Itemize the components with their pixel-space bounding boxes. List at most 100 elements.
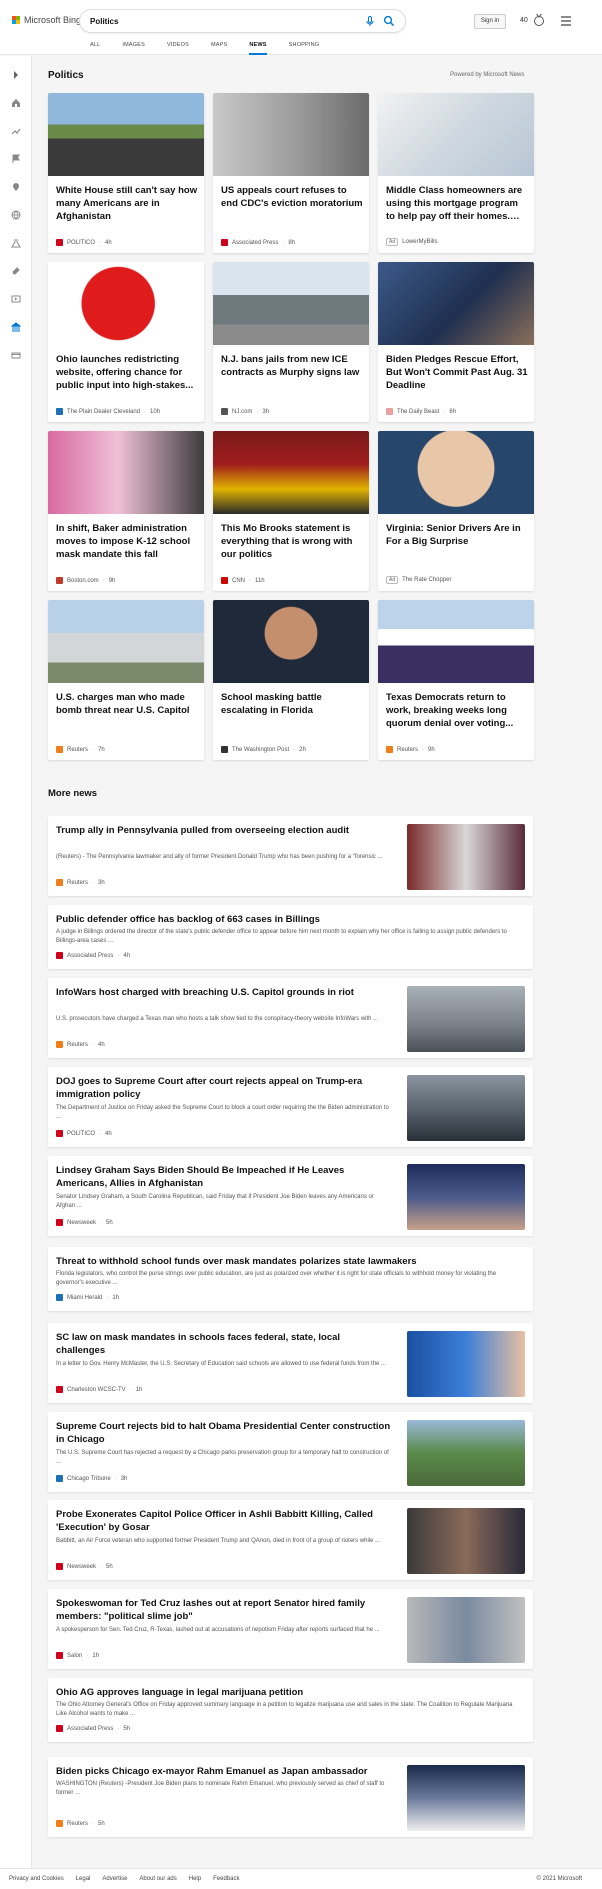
- rewards-medal-icon[interactable]: [532, 13, 546, 27]
- card-title[interactable]: White House still can't say how many Ame…: [56, 184, 198, 223]
- card-title[interactable]: US appeals court refuses to end CDC's ev…: [221, 184, 363, 210]
- bing-logo[interactable]: Microsoft Bing: [12, 15, 81, 25]
- card-image[interactable]: [378, 431, 534, 514]
- card-image[interactable]: [48, 431, 204, 514]
- feedback-link[interactable]: Feedback: [213, 1876, 239, 1882]
- sign-in-button[interactable]: Sign in: [474, 14, 506, 29]
- legal-link[interactable]: Legal: [76, 1876, 91, 1882]
- news-card[interactable]: Texas Democrats return to work, breaking…: [378, 600, 534, 760]
- us-flag-icon[interactable]: [9, 152, 23, 166]
- card-title[interactable]: Biden Pledges Rescue Effort, But Won't C…: [386, 353, 528, 392]
- news-item[interactable]: Spokeswoman for Ted Cruz lashes out at r…: [48, 1589, 533, 1669]
- news-item-title[interactable]: Biden picks Chicago ex-mayor Rahm Emanue…: [56, 1765, 391, 1778]
- news-item[interactable]: Lindsey Graham Says Biden Should Be Impe…: [48, 1156, 533, 1236]
- search-icon[interactable]: [383, 15, 395, 27]
- about-ads-link[interactable]: About our ads: [139, 1876, 176, 1882]
- news-item-thumbnail[interactable]: [407, 1164, 525, 1230]
- news-item[interactable]: Probe Exonerates Capitol Police Officer …: [48, 1500, 533, 1580]
- science-icon[interactable]: [9, 236, 23, 250]
- news-item[interactable]: SC law on mask mandates in schools faces…: [48, 1323, 533, 1403]
- news-item-thumbnail[interactable]: [407, 1597, 525, 1663]
- tab-maps[interactable]: MAPS: [211, 42, 227, 55]
- news-item[interactable]: Threat to withhold school funds over mas…: [48, 1247, 533, 1311]
- menu-icon[interactable]: [560, 16, 572, 26]
- technology-icon[interactable]: [9, 264, 23, 278]
- news-item-thumbnail[interactable]: [407, 1765, 525, 1831]
- search-box[interactable]: [80, 10, 405, 32]
- news-item-thumbnail[interactable]: [407, 824, 525, 890]
- news-card[interactable]: This Mo Brooks statement is everything t…: [213, 431, 369, 591]
- news-item-title[interactable]: Ohio AG approves language in legal marij…: [56, 1686, 521, 1699]
- news-item[interactable]: Biden picks Chicago ex-mayor Rahm Emanue…: [48, 1757, 533, 1837]
- card-image[interactable]: [378, 262, 534, 345]
- card-title[interactable]: School masking battle escalating in Flor…: [221, 691, 363, 717]
- tab-news[interactable]: NEWS: [249, 42, 267, 55]
- news-item-thumbnail[interactable]: [407, 986, 525, 1052]
- news-card[interactable]: Ohio launches redistricting website, off…: [48, 262, 204, 422]
- money-icon[interactable]: [9, 348, 23, 362]
- news-card[interactable]: Middle Class homeowners are using this m…: [378, 93, 534, 253]
- news-item-title[interactable]: Supreme Court rejects bid to halt Obama …: [56, 1420, 391, 1446]
- news-card[interactable]: Virginia: Senior Drivers Are in For a Bi…: [378, 431, 534, 591]
- card-image[interactable]: [48, 93, 204, 176]
- news-card[interactable]: U.S. charges man who made bomb threat ne…: [48, 600, 204, 760]
- card-title[interactable]: Texas Democrats return to work, breaking…: [386, 691, 528, 730]
- trending-icon[interactable]: [9, 124, 23, 138]
- news-item-title[interactable]: Spokeswoman for Ted Cruz lashes out at r…: [56, 1597, 391, 1623]
- news-item[interactable]: Public defender office has backlog of 66…: [48, 905, 533, 969]
- card-image[interactable]: [213, 262, 369, 345]
- card-title[interactable]: This Mo Brooks statement is everything t…: [221, 522, 363, 561]
- card-image[interactable]: [48, 600, 204, 683]
- news-item[interactable]: InfoWars host charged with breaching U.S…: [48, 978, 533, 1058]
- world-globe-icon[interactable]: [9, 208, 23, 222]
- news-item-title[interactable]: DOJ goes to Supreme Court after court re…: [56, 1075, 391, 1101]
- card-title[interactable]: In shift, Baker administration moves to …: [56, 522, 198, 561]
- card-image[interactable]: [378, 93, 534, 176]
- entertainment-icon[interactable]: [9, 292, 23, 306]
- news-card[interactable]: N.J. bans jails from new ICE contracts a…: [213, 262, 369, 422]
- rewards-count[interactable]: 40: [520, 17, 528, 24]
- tab-all[interactable]: ALL: [90, 42, 100, 55]
- news-item-thumbnail[interactable]: [407, 1331, 525, 1397]
- tab-videos[interactable]: VIDEOS: [167, 42, 189, 55]
- home-icon[interactable]: [9, 96, 23, 110]
- tab-shopping[interactable]: SHOPPING: [289, 42, 320, 55]
- news-item-title[interactable]: SC law on mask mandates in schools faces…: [56, 1331, 391, 1357]
- privacy-link[interactable]: Privacy and Cookies: [9, 1876, 64, 1882]
- card-title[interactable]: U.S. charges man who made bomb threat ne…: [56, 691, 198, 717]
- local-pin-icon[interactable]: [9, 180, 23, 194]
- news-card[interactable]: US appeals court refuses to end CDC's ev…: [213, 93, 369, 253]
- news-item-title[interactable]: InfoWars host charged with breaching U.S…: [56, 986, 391, 999]
- card-image[interactable]: [378, 600, 534, 683]
- news-item-title[interactable]: Threat to withhold school funds over mas…: [56, 1255, 521, 1268]
- news-item-thumbnail[interactable]: [407, 1075, 525, 1141]
- news-item-title[interactable]: Public defender office has backlog of 66…: [56, 913, 521, 926]
- card-image[interactable]: [213, 93, 369, 176]
- card-image[interactable]: [213, 600, 369, 683]
- news-item[interactable]: Ohio AG approves language in legal marij…: [48, 1678, 533, 1742]
- news-card[interactable]: Biden Pledges Rescue Effort, But Won't C…: [378, 262, 534, 422]
- card-title[interactable]: Virginia: Senior Drivers Are in For a Bi…: [386, 522, 528, 548]
- search-input[interactable]: [90, 14, 340, 28]
- politics-icon[interactable]: [9, 320, 23, 334]
- tab-images[interactable]: IMAGES: [122, 42, 145, 55]
- news-card[interactable]: School masking battle escalating in Flor…: [213, 600, 369, 760]
- help-link[interactable]: Help: [189, 1876, 201, 1882]
- news-item[interactable]: Trump ally in Pennsylvania pulled from o…: [48, 816, 533, 896]
- card-title[interactable]: Middle Class homeowners are using this m…: [386, 184, 528, 223]
- news-item[interactable]: Supreme Court rejects bid to halt Obama …: [48, 1412, 533, 1492]
- news-card[interactable]: White House still can't say how many Ame…: [48, 93, 204, 253]
- card-title[interactable]: N.J. bans jails from new ICE contracts a…: [221, 353, 363, 379]
- card-image[interactable]: [213, 431, 369, 514]
- news-item-title[interactable]: Lindsey Graham Says Biden Should Be Impe…: [56, 1164, 391, 1190]
- news-card[interactable]: In shift, Baker administration moves to …: [48, 431, 204, 591]
- card-image[interactable]: [48, 262, 204, 345]
- expand-rail-icon[interactable]: [9, 68, 23, 82]
- news-item[interactable]: DOJ goes to Supreme Court after court re…: [48, 1067, 533, 1147]
- news-item-thumbnail[interactable]: [407, 1508, 525, 1574]
- microphone-icon[interactable]: [364, 15, 376, 27]
- card-title[interactable]: Ohio launches redistricting website, off…: [56, 353, 198, 392]
- advertise-link[interactable]: Advertise: [102, 1876, 127, 1882]
- news-item-title[interactable]: Probe Exonerates Capitol Police Officer …: [56, 1508, 391, 1534]
- news-item-title[interactable]: Trump ally in Pennsylvania pulled from o…: [56, 824, 391, 837]
